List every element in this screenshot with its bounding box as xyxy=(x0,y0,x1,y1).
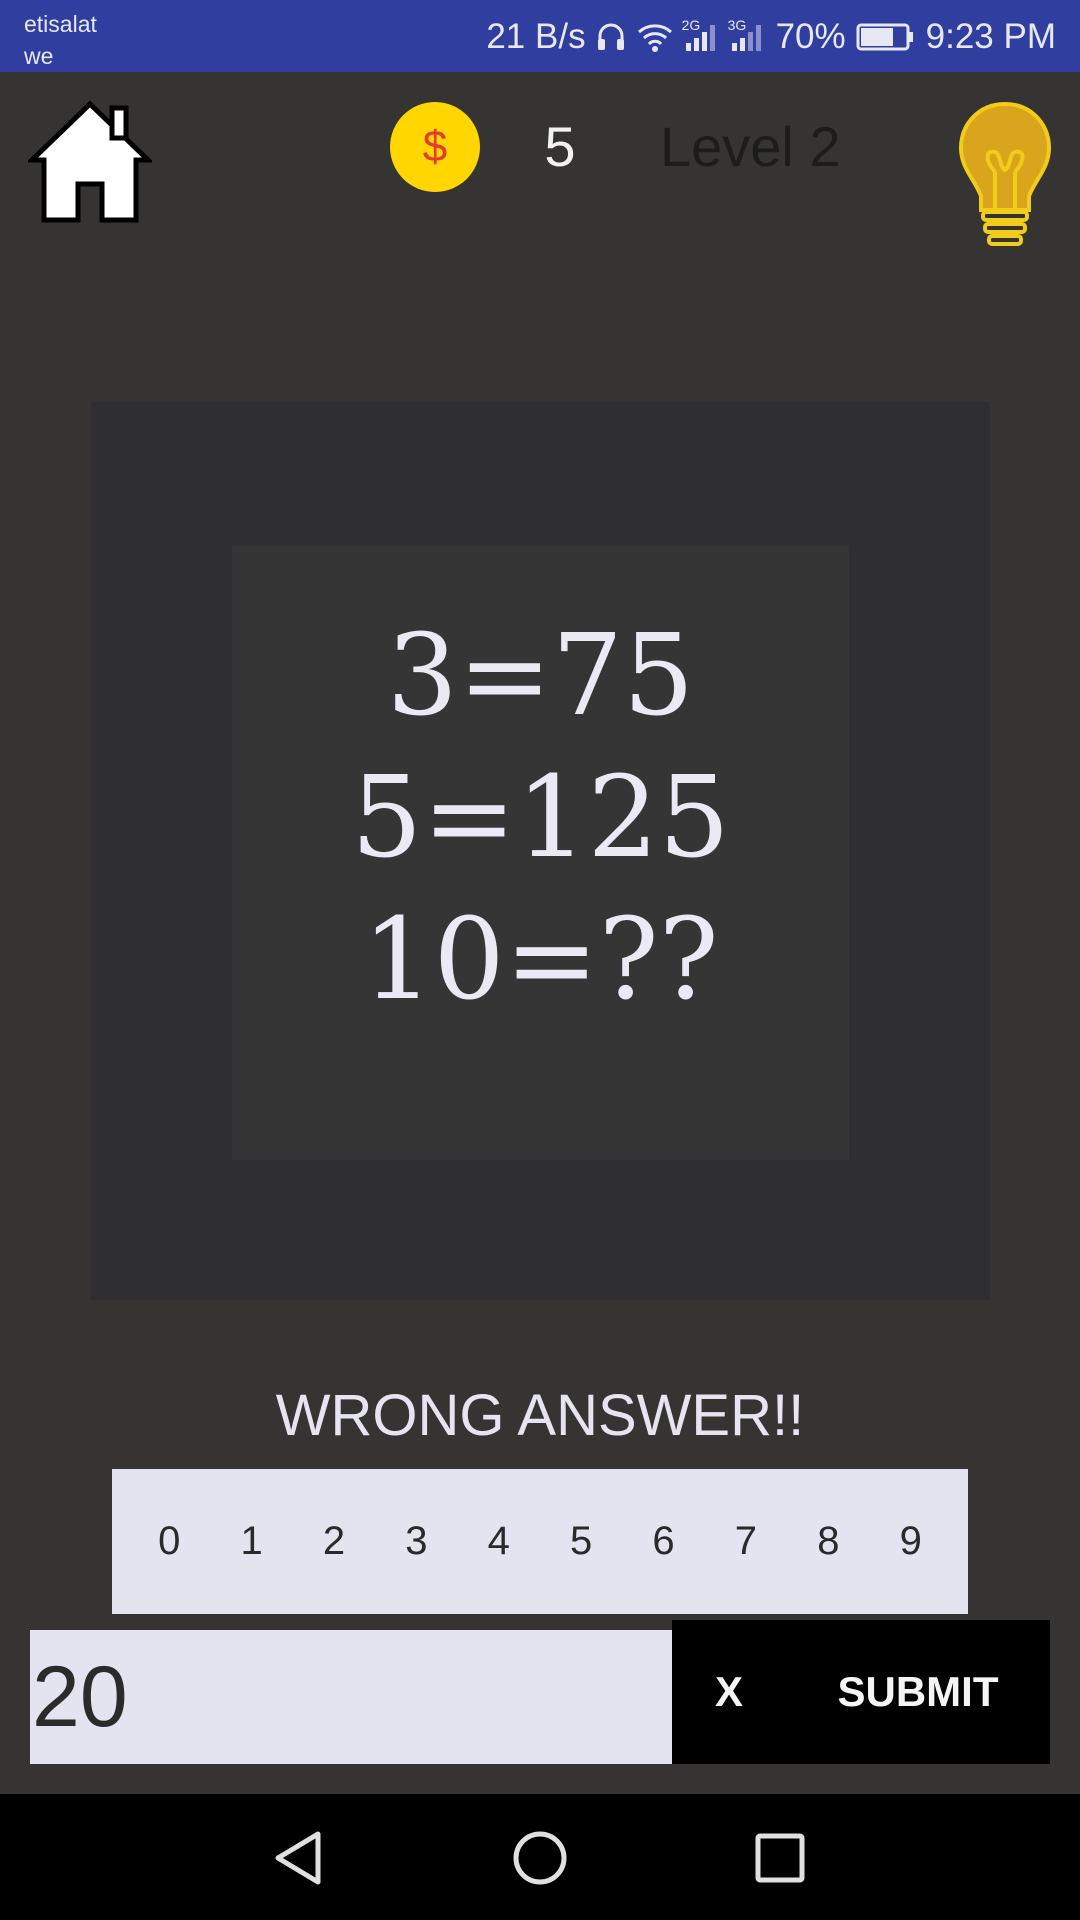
puzzle-line-1: 3=75 xyxy=(386,611,695,741)
key-0[interactable]: 0 xyxy=(134,1492,204,1592)
key-8[interactable]: 8 xyxy=(793,1492,863,1592)
clear-button[interactable]: X xyxy=(672,1620,786,1764)
key-5[interactable]: 5 xyxy=(546,1492,616,1592)
puzzle-equations: 3=75 5=125 10=?? xyxy=(232,605,849,1031)
carrier-label: etisalat we xyxy=(24,8,97,72)
clock: 9:23 PM xyxy=(925,17,1056,56)
net-speed: 21 B/s xyxy=(486,17,586,56)
coin-count: 5 xyxy=(544,115,576,178)
key-1[interactable]: 1 xyxy=(217,1492,287,1592)
network-3g-label: 3G xyxy=(727,17,747,33)
status-indicators: 21 B/s 2G 3G 70% 9:23 PM xyxy=(486,14,1056,60)
carrier-line-1: etisalat xyxy=(24,11,97,37)
key-6[interactable]: 6 xyxy=(629,1492,699,1592)
recent-apps-icon[interactable] xyxy=(752,1830,808,1886)
hint-button[interactable] xyxy=(955,100,1055,256)
home-button[interactable] xyxy=(25,98,155,226)
carrier-line-2: we xyxy=(24,43,54,69)
battery-icon xyxy=(856,23,913,51)
puzzle-line-2: 5=125 xyxy=(351,753,730,883)
headset-icon xyxy=(597,23,624,50)
key-2[interactable]: 2 xyxy=(299,1492,369,1592)
home-nav-icon[interactable] xyxy=(510,1828,570,1888)
key-9[interactable]: 9 xyxy=(876,1492,946,1592)
key-7[interactable]: 7 xyxy=(711,1492,781,1592)
feedback-message: WRONG ANSWER!! xyxy=(275,1383,805,1448)
number-keypad: 0 1 2 3 4 5 6 7 8 9 xyxy=(112,1469,968,1614)
submit-button[interactable]: SUBMIT xyxy=(800,1620,1036,1764)
status-bar: etisalat we 21 B/s 2G 3G 70% 9:23 PM xyxy=(0,0,1080,72)
answer-field[interactable]: 20 xyxy=(30,1630,672,1764)
coin-icon: $ xyxy=(390,102,480,192)
key-4[interactable]: 4 xyxy=(464,1492,534,1592)
puzzle-line-3: 10=?? xyxy=(362,895,719,1025)
level-label: Level 2 xyxy=(660,115,841,178)
back-icon[interactable] xyxy=(270,1828,330,1888)
key-3[interactable]: 3 xyxy=(381,1492,451,1592)
network-2g-label: 2G xyxy=(681,17,701,33)
battery-percent: 70% xyxy=(775,17,846,56)
lightbulb-icon xyxy=(958,101,1052,246)
home-icon xyxy=(25,100,155,223)
coin-symbol: $ xyxy=(422,122,448,171)
wifi-icon xyxy=(637,24,672,52)
